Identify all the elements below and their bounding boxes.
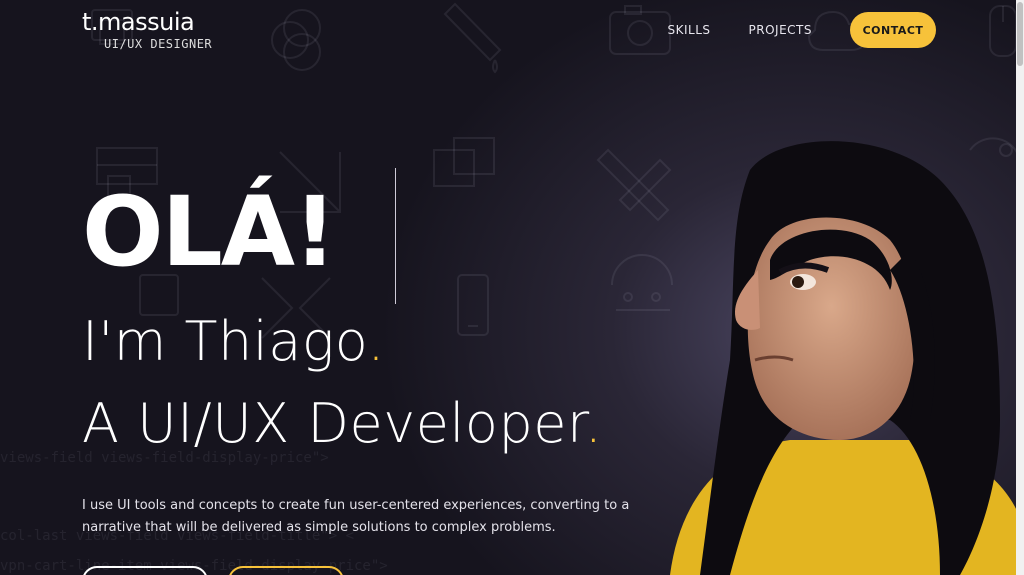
hero-name-line: I'm Thiago. bbox=[82, 310, 385, 374]
hero-role-line: A UI/UX Developer. bbox=[82, 392, 602, 456]
hero-intro-paragraph: I use UI tools and concepts to create fu… bbox=[82, 498, 630, 535]
main-nav: SKILLS PROJECTS CONTACT bbox=[668, 12, 936, 48]
hero-greeting: OLÁ! bbox=[82, 176, 337, 288]
hero-name-text: I'm Thiago bbox=[82, 310, 368, 373]
primary-cta-button[interactable] bbox=[82, 566, 208, 575]
hero-page: views-field views-field-display-price"> … bbox=[0, 0, 1024, 575]
contact-button[interactable]: CONTACT bbox=[850, 12, 936, 48]
typing-cursor bbox=[395, 168, 396, 304]
hero-accent-dot: . bbox=[584, 392, 603, 455]
secondary-cta-button[interactable] bbox=[228, 566, 344, 575]
logo-name: t.massuia bbox=[82, 8, 195, 36]
hero-role-text: A UI/UX Developer bbox=[82, 392, 585, 455]
nav-skills-link[interactable]: SKILLS bbox=[668, 23, 711, 37]
hero-accent-dot: . bbox=[367, 310, 386, 373]
scrollbar-thumb[interactable] bbox=[1017, 2, 1023, 66]
logo-subtitle: UI/UX DESIGNER bbox=[104, 37, 213, 51]
portrait-photo bbox=[670, 141, 1024, 575]
page-scrollbar[interactable] bbox=[1016, 0, 1024, 575]
site-logo[interactable]: t.massuia UI/UX DESIGNER bbox=[82, 8, 212, 52]
nav-projects-link[interactable]: PROJECTS bbox=[749, 23, 812, 37]
